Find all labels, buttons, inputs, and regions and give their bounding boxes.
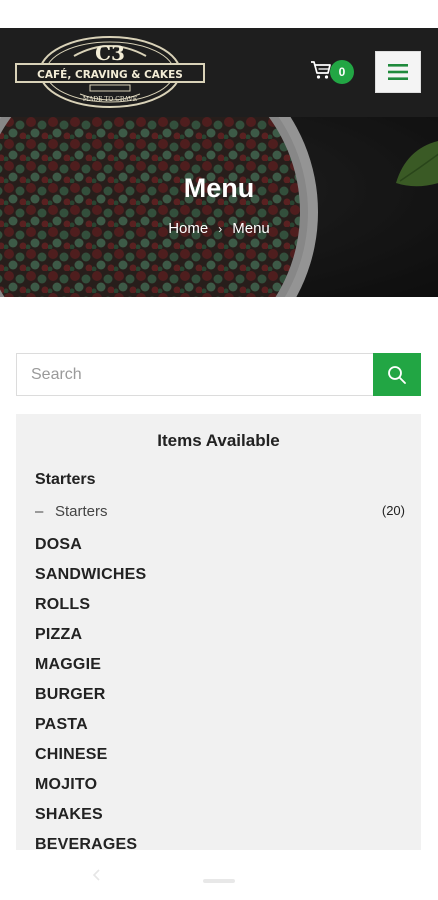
subcategory-count: (20)	[381, 503, 405, 518]
subcategory-dash: –	[35, 503, 44, 520]
hamburger-menu-button[interactable]	[375, 51, 421, 93]
category-item[interactable]: PASTA	[35, 716, 146, 746]
breadcrumb: Home › Menu	[0, 220, 438, 237]
search-input[interactable]	[17, 354, 374, 395]
categories-panel: Items Available Starters – Starters (20)…	[16, 414, 421, 850]
cart-count-badge: 0	[330, 60, 354, 84]
category-item[interactable]: DOSA	[35, 536, 146, 566]
status-bar	[0, 0, 438, 28]
cart-icon	[311, 61, 331, 79]
search-button[interactable]	[373, 353, 421, 396]
subcategory-label: Starters	[55, 503, 108, 520]
category-item[interactable]: BEVERAGES	[35, 836, 146, 850]
category-item[interactable]: SHAKES	[35, 806, 146, 836]
home-pill-icon[interactable]	[203, 879, 235, 883]
category-list: DOSA SANDWICHES ROLLS PIZZA MAGGIE BURGE…	[35, 536, 146, 850]
svg-text:C3: C3	[95, 41, 125, 65]
search-bar	[16, 353, 421, 396]
hamburger-menu-icon	[388, 64, 408, 80]
svg-text:CAFÉ, CRAVING & CAKES: CAFÉ, CRAVING & CAKES	[37, 68, 183, 81]
hero-overlay	[0, 117, 438, 297]
category-item[interactable]: SANDWICHES	[35, 566, 146, 596]
system-navigation-bar	[0, 850, 438, 900]
panel-title: Items Available	[157, 431, 280, 450]
breadcrumb-home-link[interactable]: Home	[168, 220, 208, 237]
category-item[interactable]: PIZZA	[35, 626, 146, 656]
logo-emblem-icon: C3 CAFÉ, CRAVING & CAKES MADE TO CRAVE	[15, 36, 205, 108]
page-title: Menu	[183, 173, 255, 203]
category-item[interactable]: MAGGIE	[35, 656, 146, 686]
cart-button[interactable]: 0	[310, 58, 356, 86]
back-chevron-icon[interactable]	[90, 868, 104, 882]
page-hero-banner: Menu Home › Menu	[0, 117, 438, 297]
category-item[interactable]: CHINESE	[35, 746, 146, 776]
svg-text:MADE TO CRAVE: MADE TO CRAVE	[83, 96, 137, 103]
category-item[interactable]: BURGER	[35, 686, 146, 716]
site-header: C3 CAFÉ, CRAVING & CAKES MADE TO CRAVE 0	[0, 28, 438, 117]
breadcrumb-separator: ›	[218, 222, 223, 236]
breadcrumb-current: Menu	[232, 220, 270, 237]
category-item[interactable]: ROLLS	[35, 596, 146, 626]
subcategory-starters[interactable]: – Starters (20)	[35, 503, 405, 523]
category-item[interactable]: MOJITO	[35, 776, 146, 806]
brand-logo[interactable]: C3 CAFÉ, CRAVING & CAKES MADE TO CRAVE	[14, 34, 206, 110]
category-starters[interactable]: Starters	[35, 471, 95, 489]
search-icon	[388, 365, 406, 384]
